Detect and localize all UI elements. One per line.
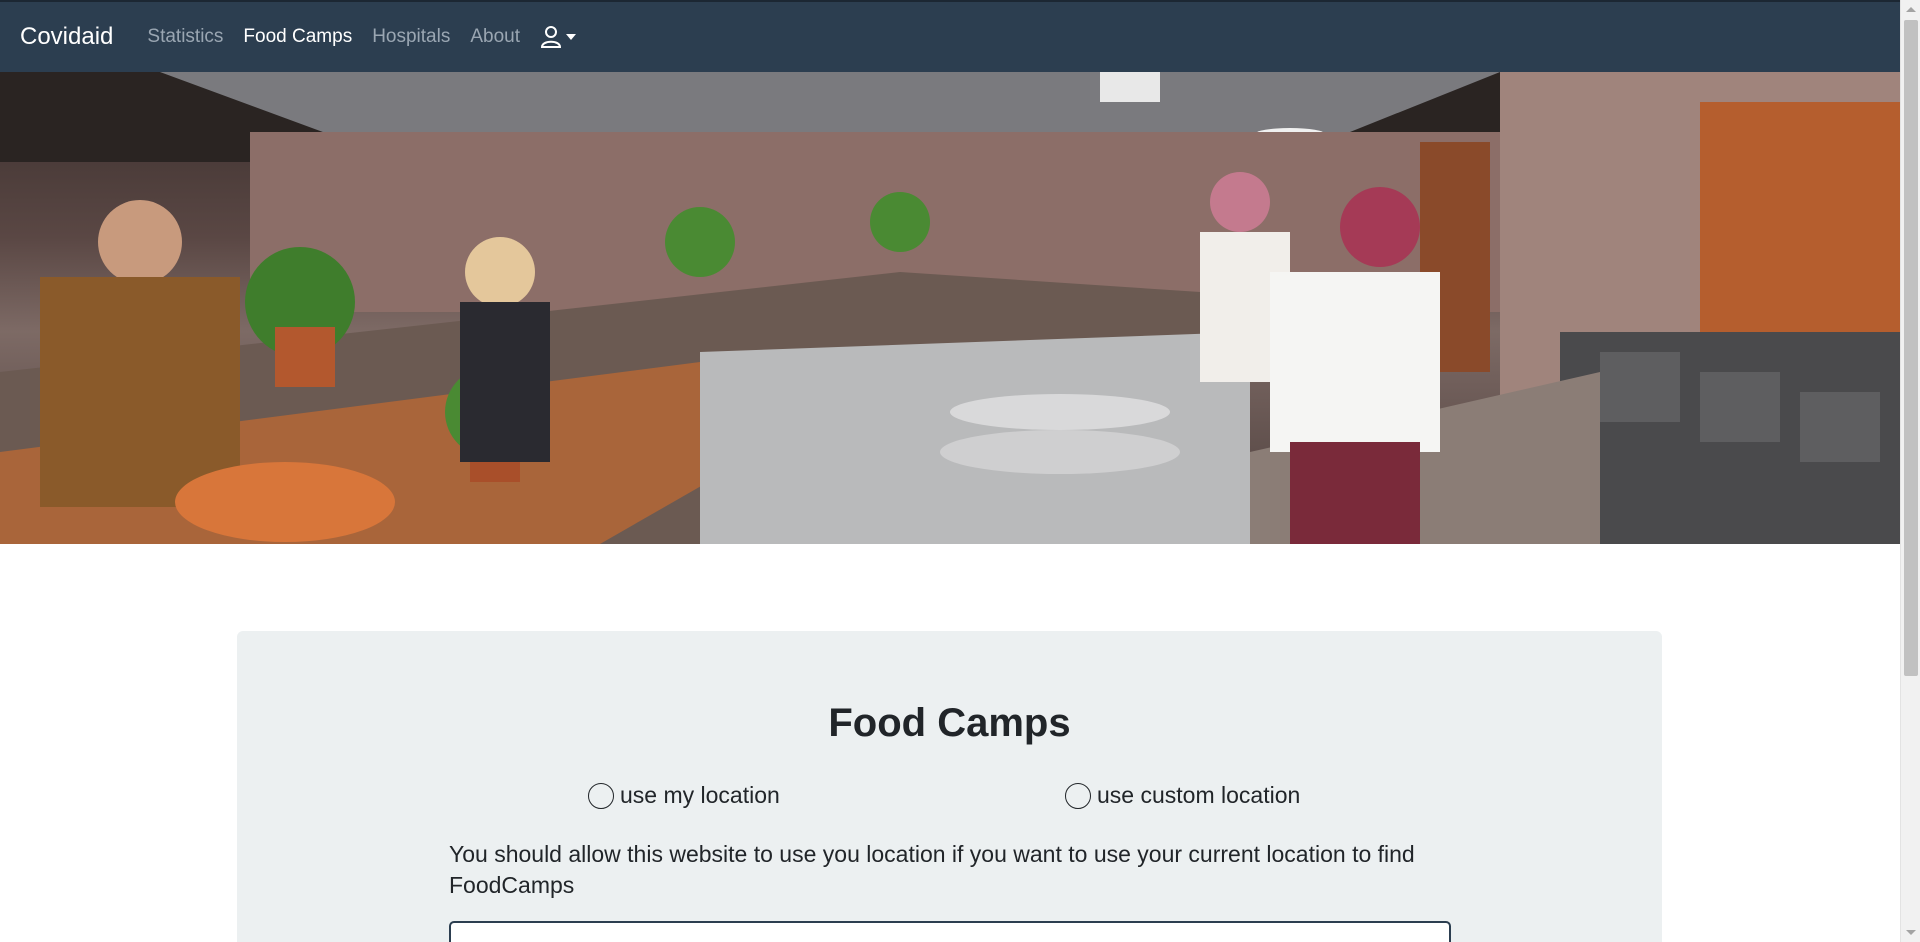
page-title: Food Camps [828, 701, 1071, 745]
user-icon [541, 26, 562, 48]
brand-logo[interactable]: Covidaid [20, 23, 113, 51]
radio-button[interactable] [588, 782, 614, 809]
page-scrollbar[interactable] [1900, 0, 1920, 942]
hero-image [0, 72, 1900, 544]
radio-button[interactable] [1065, 782, 1091, 809]
restaurant-kitchen-photo [0, 72, 1900, 544]
scrollbar-thumb[interactable] [1904, 20, 1918, 676]
scroll-down-arrow-icon[interactable] [1906, 930, 1916, 935]
nav-statistics[interactable]: Statistics [147, 26, 223, 48]
chevron-down-icon [566, 34, 577, 40]
radio-use-custom-location[interactable]: use custom location [1065, 782, 1300, 809]
scroll-up-arrow-icon[interactable] [1906, 7, 1916, 12]
user-menu-dropdown[interactable] [540, 25, 577, 49]
nav-about[interactable]: About [470, 26, 520, 48]
radio-label: use custom location [1097, 782, 1301, 808]
location-input[interactable] [449, 921, 1451, 942]
radio-use-my-location[interactable]: use my location [588, 782, 780, 809]
nav-food-camps[interactable]: Food Camps [243, 26, 352, 48]
location-hint-text: You should allow this website to use you… [449, 841, 1415, 898]
food-camps-card: Food Camps use my location use custom lo… [237, 631, 1662, 942]
nav-hospitals[interactable]: Hospitals [372, 26, 450, 48]
radio-label: use my location [620, 782, 780, 808]
navbar: Covidaid Statistics Food Camps Hospitals… [0, 2, 1900, 72]
